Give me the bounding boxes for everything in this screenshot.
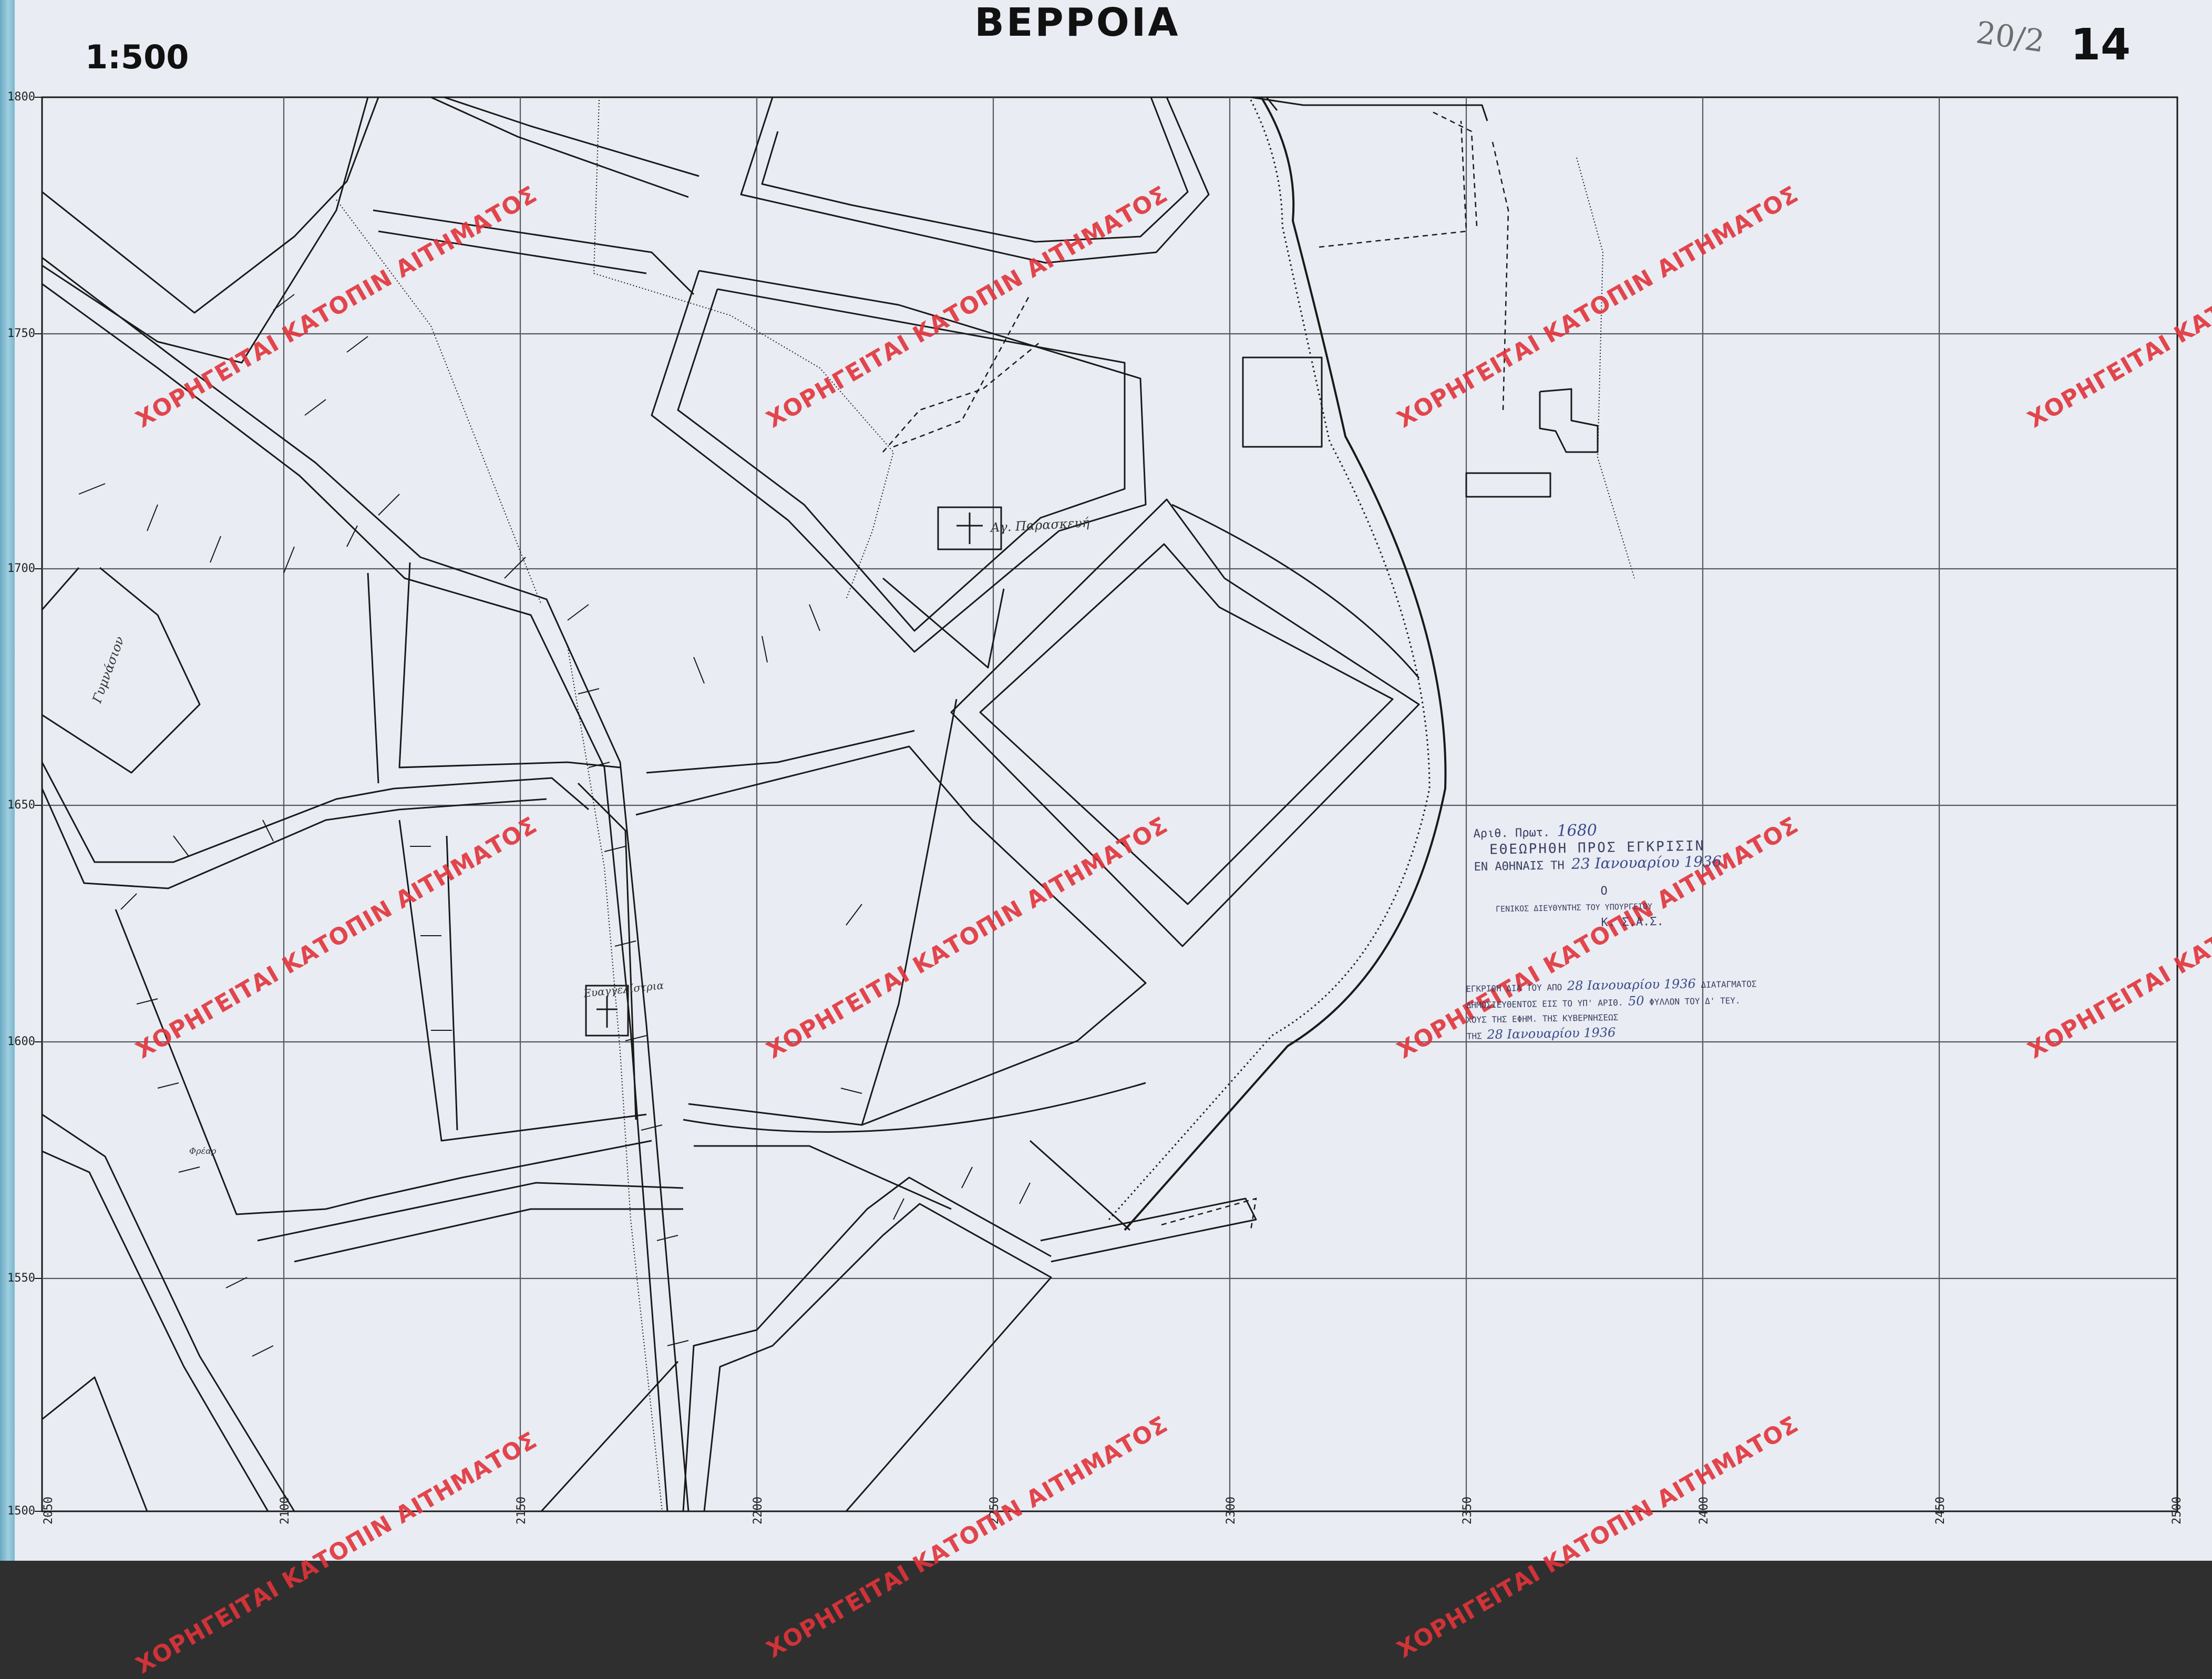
city-wall [1108, 96, 1447, 1231]
arc-south [683, 1082, 1146, 1133]
dashed-paths [882, 109, 1509, 1231]
wall-inner [1108, 99, 1431, 1220]
plot-diamond-inner [979, 543, 1394, 905]
block-w-3 [367, 572, 379, 784]
y-tick-label: 1600 [7, 1035, 35, 1048]
stamp-line6: Κ. Σ.Α.Σ. [1601, 915, 1664, 929]
gazette-date: 28 Ιανουαρίου 1936 [1487, 1025, 1616, 1042]
block-s-2 [682, 1176, 1052, 1512]
x-tick-label: 2300 [1225, 1497, 1238, 1524]
line-ne-1 [861, 699, 958, 1125]
block-sw-5 [257, 1182, 684, 1242]
hatch-4 [1576, 157, 1635, 579]
stamp-date: 23 Ιανουαρίου 1936 [1571, 852, 1722, 873]
block-sw-3 [42, 1376, 148, 1512]
parcel-ticks [78, 294, 1031, 1357]
y-tick-label: 1700 [7, 562, 35, 575]
building-east-3 [1539, 388, 1599, 453]
approval-stamp: Αριθ. Πρωτ. 1680 ΕΘΕΩΡΗΘΗ ΠΡΟΣ ΕΓΚΡΙΣΙΝ … [1473, 821, 1723, 933]
y-tick-label: 1650 [7, 798, 35, 812]
decree-stamp: ΕΓΚΡΙΘΗ ΔΙΑ ΤΟΥ ΑΠΟ 28 Ιανουαρίου 1936 Δ… [1466, 975, 1757, 1044]
block-s-4 [694, 1145, 952, 1210]
dash-3 [1319, 120, 1467, 248]
road-diagonal [42, 257, 690, 1512]
block-sw-2 [42, 1150, 269, 1512]
dash-4 [1429, 109, 1478, 227]
top-curve-1 [444, 96, 699, 177]
block-w-gym [41, 567, 201, 774]
decree-date: 28 Ιανουαρίου 1936 [1567, 976, 1696, 994]
block-sw-1 [42, 1113, 295, 1512]
small-label: Φρέαρ [189, 1146, 217, 1156]
sheet-number: 14 [2071, 20, 2131, 70]
dash-1 [882, 341, 1041, 453]
decree-suffix: ΔΙΑΤΑΓΜΑΤΟΣ [1701, 979, 1757, 990]
x-tick-label: 2500 [2170, 1497, 2184, 1524]
block-s-1 [540, 1360, 679, 1512]
block-w-1 [115, 909, 652, 1215]
map-frame [41, 96, 2178, 1512]
building-east-2 [1465, 472, 1551, 498]
block-s-6 [1040, 1197, 1257, 1263]
decree-prefix: ΕΓΚΡΙΘΗ ΔΙΑ ΤΟΥ ΑΠΟ [1466, 982, 1562, 994]
x-tick-label: 2400 [1697, 1497, 1711, 1524]
stamp-prefix: Αριθ. Πρωτ. [1473, 826, 1550, 841]
hatch-1 [593, 99, 894, 600]
block-sw-4 [294, 1208, 683, 1263]
gazette-prefix: ΔΗΜΟΣΙΕΥΘΕΝΤΟΣ ΕΙΣ ΤΟ ΥΠ' ΑΡΙΘ. [1466, 997, 1623, 1010]
x-tick-label: 2100 [279, 1497, 292, 1524]
gazette-number: 50 [1628, 993, 1644, 1009]
gazette-suffix: ΦΥΛΛΟΝ ΤΟΥ Δ' ΤΕΥ. [1649, 995, 1741, 1007]
dash-5 [1161, 1197, 1257, 1231]
top-curve-2 [430, 96, 689, 198]
x-tick-label: 2050 [42, 1497, 55, 1524]
y-tick-label: 1500 [7, 1504, 35, 1518]
block-center-s [635, 745, 1147, 1126]
x-tick-label: 2350 [1461, 1497, 1474, 1524]
stamp-line4: Ο [1600, 884, 1608, 898]
block-north-outer [740, 97, 1210, 264]
plot-diamond-outer [950, 498, 1420, 947]
map-scale: 1:500 [85, 38, 189, 76]
road-diagonal-2 [42, 283, 668, 1512]
street-lines [41, 96, 1599, 1512]
hatch-3 [567, 646, 663, 1512]
stamp-line3-prefix: ΕΝ ΑΘΗΝΑΙΣ ΤΗ [1474, 859, 1565, 874]
wall-outer [1124, 96, 1447, 1231]
block-s-5 [1029, 1140, 1131, 1231]
block-w-4 [398, 562, 621, 769]
line-east-1 [1250, 96, 1488, 121]
x-tick-label: 2450 [1934, 1497, 1947, 1524]
axis-ticks [35, 97, 42, 1512]
arc-east [1171, 504, 1420, 679]
block-center-s-2 [646, 730, 915, 774]
x-tick-label: 2150 [515, 1497, 528, 1524]
church-block-outer [651, 270, 1147, 653]
grid-lines [42, 97, 2177, 1511]
y-tick-label: 1800 [7, 90, 35, 104]
block-nw-1 [42, 97, 379, 314]
y-tick-label: 1750 [7, 327, 35, 340]
stamp-number: 1680 [1557, 821, 1598, 841]
building-east-1 [1242, 356, 1323, 448]
x-tick-label: 2200 [752, 1497, 765, 1524]
gazette-date-prefix: ΤΗΣ [1466, 1031, 1482, 1041]
map-title: ΒΕΡΡΟΙΑ [974, 0, 1180, 45]
y-tick-label: 1550 [7, 1272, 35, 1285]
